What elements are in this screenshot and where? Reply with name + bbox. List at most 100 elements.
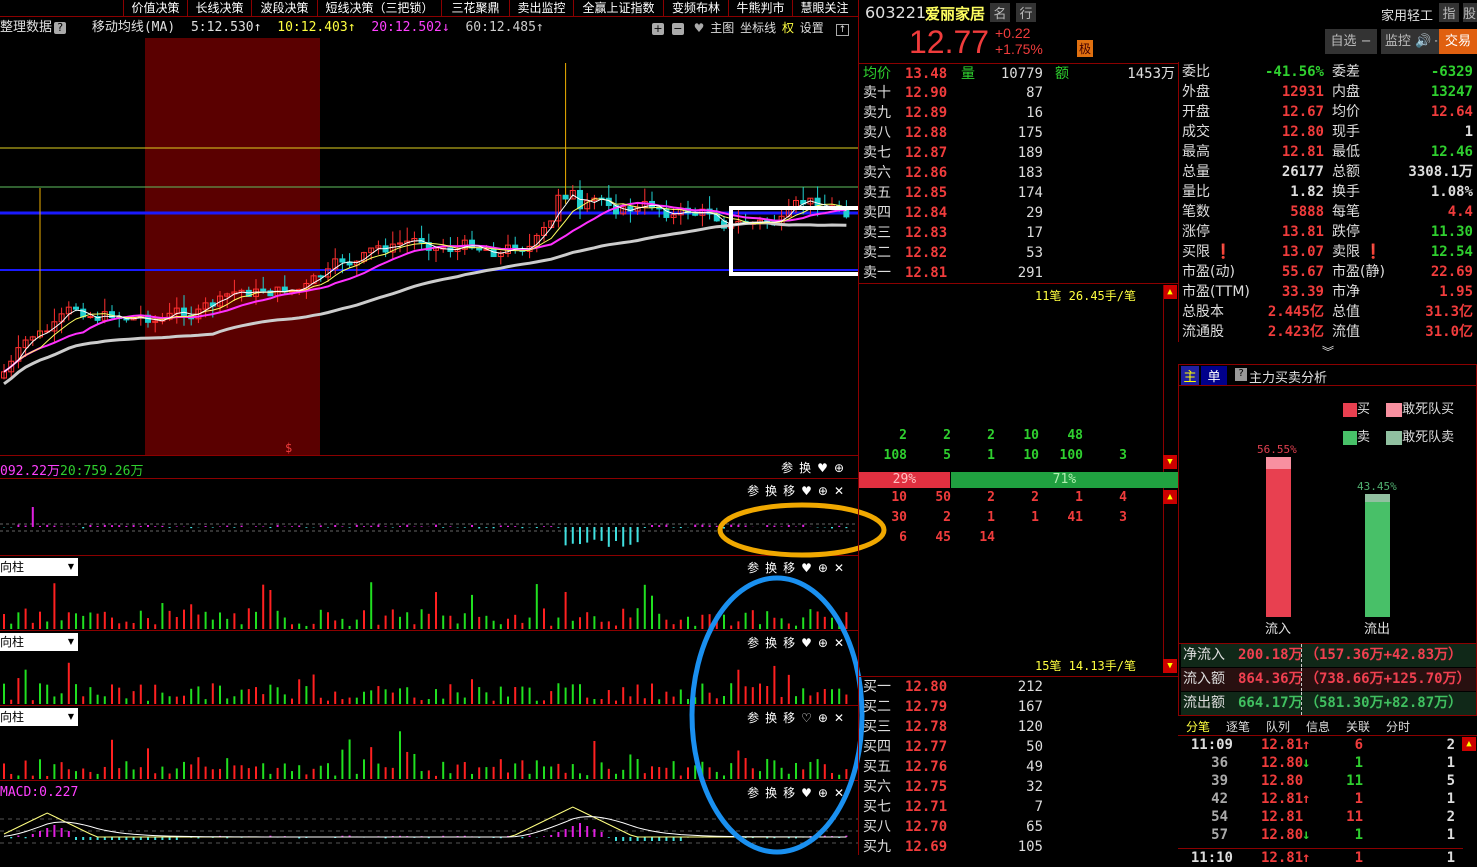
zoom-in-icon[interactable]: + (652, 22, 664, 35)
scroll-up-icon[interactable]: ▲ (1462, 737, 1476, 751)
ask-level[interactable]: 卖二 12.82 53 (859, 243, 1179, 263)
tick-tab[interactable]: 队列 (1266, 718, 1290, 735)
heart-icon[interactable]: ♥ (801, 636, 818, 650)
close-icon[interactable]: ✕ (834, 786, 850, 800)
zoom-icon[interactable]: ⊕ (818, 711, 834, 725)
indicator-dropdown[interactable]: 向柱 ▼ (0, 708, 78, 726)
index-button[interactable]: 指 (1439, 3, 1459, 22)
monitor-button[interactable]: 监控 🔊 (1381, 29, 1435, 54)
zoom-out-icon[interactable]: − (671, 22, 684, 35)
panel-tool-buttons[interactable]: 参换移 (747, 636, 801, 650)
ask-level[interactable]: 卖九 12.89 16 (859, 103, 1179, 123)
ask-level[interactable]: 卖三 12.83 17 (859, 223, 1179, 243)
level-label: 买九 (863, 839, 891, 855)
toolbar-btn-swing[interactable]: 波段决策 (251, 0, 317, 17)
ask-level[interactable]: 卖七 12.87 189 (859, 143, 1179, 163)
settings-button[interactable]: 设置 (800, 21, 824, 35)
ask-level[interactable]: 卖五 12.85 174 (859, 183, 1179, 203)
bid-level[interactable]: 买五 12.76 49 (859, 757, 1179, 777)
heart-icon[interactable]: ♥ (801, 786, 818, 800)
bid-level[interactable]: 买二 12.79 167 (859, 697, 1179, 717)
close-icon[interactable]: ✕ (834, 711, 850, 725)
scroll-down-icon[interactable]: ▼ (1163, 659, 1177, 673)
panel-tool-buttons[interactable]: 参换移 (747, 561, 801, 575)
indicator-dropdown[interactable]: 向柱 ▼ (0, 633, 78, 651)
sell-ratio-bar: 71% (950, 472, 1178, 488)
heart-icon[interactable]: ♥ (801, 561, 818, 575)
bid-level[interactable]: 买九 12.69 105 (859, 837, 1179, 857)
trade-button[interactable]: 交易 (1439, 29, 1477, 54)
heart-icon[interactable]: ♡ (801, 711, 818, 725)
toolbar-btn-value[interactable]: 价值决策 (123, 0, 187, 17)
toolbar-btn-long[interactable]: 长线决策 (187, 0, 251, 17)
close-icon[interactable]: ✕ (834, 636, 850, 650)
bid-level[interactable]: 买七 12.71 7 (859, 797, 1179, 817)
amount-label: 额 (1055, 66, 1069, 82)
zoom-icon[interactable]: ⊕ (834, 461, 850, 475)
tick-tab[interactable]: 关联 (1346, 718, 1370, 735)
panel-tool-buttons[interactable]: 参换 (781, 461, 817, 475)
main-chart-button[interactable]: 主图 (710, 21, 734, 35)
panel-tool-buttons[interactable]: 参换移 (747, 711, 801, 725)
toolbar-btn-short[interactable]: 短线决策（三把锁） (317, 0, 441, 17)
watchlist-button-2[interactable]: 自选 − (1325, 29, 1377, 54)
axis-lines-button[interactable]: 坐标线 (740, 21, 776, 35)
heart-icon[interactable]: ♥ (817, 461, 834, 475)
zoom-icon[interactable]: ⊕ (818, 484, 834, 498)
panel-tool-buttons[interactable]: 参换移 (747, 786, 801, 800)
industry-button[interactable]: 行 (1016, 3, 1036, 22)
toolbar-btn-sell-monitor[interactable]: 卖出监控 (509, 0, 573, 17)
tab-order[interactable]: 单 (1201, 366, 1227, 385)
tick-price: 12.81 (1261, 809, 1304, 825)
zoom-icon[interactable]: ⊕ (818, 561, 834, 575)
toolbar-btn-bull-bear[interactable]: 牛熊判市 (728, 0, 792, 17)
help-icon[interactable]: ? (54, 21, 67, 34)
bid-level[interactable]: 买三 12.78 120 (859, 717, 1179, 737)
ask-level[interactable]: 卖六 12.86 183 (859, 163, 1179, 183)
close-icon[interactable]: ✕ (834, 561, 850, 575)
heart-icon[interactable]: ♥ (801, 484, 818, 498)
heart-icon[interactable]: ♥ (694, 21, 705, 35)
queue-cell: 6 (899, 530, 907, 545)
expand-chevron-icon[interactable]: ︾ (1322, 343, 1334, 360)
toolbar-btn-sanhua[interactable]: 三花聚鼎 (441, 0, 509, 17)
stock-button[interactable]: 股 (1463, 3, 1477, 22)
candlestick-chart[interactable]: $ (0, 38, 858, 455)
scroll-down-icon[interactable]: ▼ (1163, 455, 1177, 469)
help-icon[interactable]: ? (1235, 368, 1247, 381)
rights-button[interactable]: 权 (782, 21, 794, 35)
queue-cell: 14 (979, 530, 995, 545)
close-icon[interactable]: ✕ (834, 484, 850, 498)
name-button[interactable]: 名 (990, 3, 1010, 22)
tick-tab[interactable]: 逐笔 (1226, 718, 1250, 735)
toolbar-btn-watch[interactable]: 慧眼关注 (792, 0, 856, 17)
toolbar-btn-boll[interactable]: 变频布林 (663, 0, 728, 17)
toolbar-btn-index[interactable]: 全赢上证指数 (573, 0, 663, 17)
tick-tab[interactable]: 分笔 (1186, 718, 1210, 735)
ask-level[interactable]: 卖四 12.84 29 (859, 203, 1179, 223)
scroll-up-icon[interactable]: ▲ (1163, 285, 1177, 299)
ma-indicator-name[interactable]: 移动均线(MA) (92, 20, 175, 35)
ask-level[interactable]: 卖十 12.90 87 (859, 83, 1179, 103)
queue-cell: 10 (891, 490, 907, 505)
inflow-label: 流入 (1265, 622, 1292, 637)
zoom-icon[interactable]: ⊕ (818, 786, 834, 800)
tick-tab[interactable]: 信息 (1306, 718, 1330, 735)
tab-main[interactable]: 主 (1181, 366, 1199, 385)
bid-level[interactable]: 买四 12.77 50 (859, 737, 1179, 757)
ask-level[interactable]: 卖八 12.88 175 (859, 123, 1179, 143)
industry-label[interactable]: 家用轻工 (1381, 5, 1433, 24)
bid-level[interactable]: 买六 12.75 32 (859, 777, 1179, 797)
zoom-icon[interactable]: ⊕ (818, 636, 834, 650)
bid-level[interactable]: 买一 12.80 212 (859, 677, 1179, 697)
volume-ma-value-1: 092.22万 (0, 464, 60, 479)
indicator-dropdown[interactable]: 向柱 ▼ (0, 558, 78, 576)
panel-tool-buttons[interactable]: 参换移 (747, 484, 801, 498)
tick-tab[interactable]: 分时 (1386, 718, 1410, 735)
stat-value: 13.07 (1281, 244, 1324, 260)
tick-time: 11:09 (1190, 737, 1233, 753)
ask-level[interactable]: 卖一 12.81 291 (859, 263, 1179, 283)
level-label: 买六 (863, 779, 891, 795)
expand-icon[interactable]: ↑ (835, 24, 850, 36)
bid-level[interactable]: 买八 12.70 65 (859, 817, 1179, 837)
